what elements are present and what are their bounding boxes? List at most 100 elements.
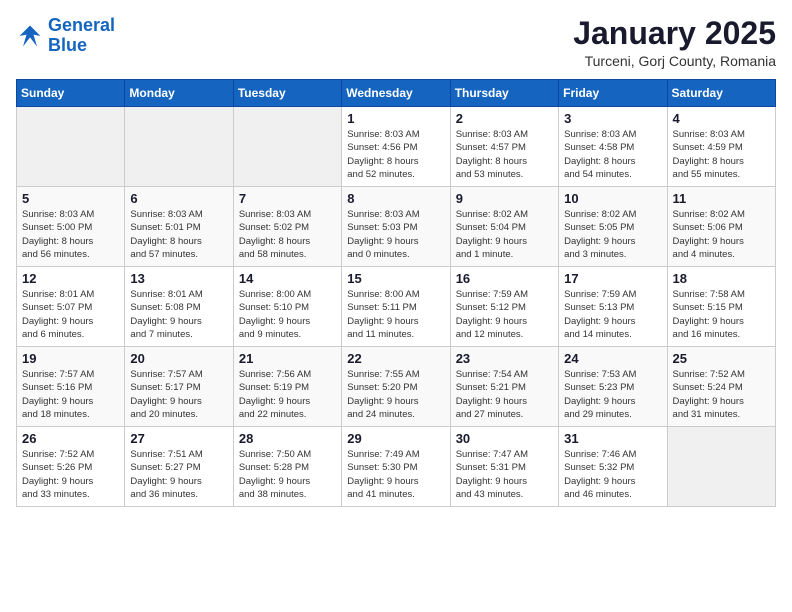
day-info: Sunrise: 8:03 AM Sunset: 5:00 PM Dayligh… xyxy=(22,208,119,261)
day-info: Sunrise: 8:02 AM Sunset: 5:06 PM Dayligh… xyxy=(673,208,770,261)
calendar-cell: 16 Sunrise: 7:59 AM Sunset: 5:12 PM Dayli… xyxy=(450,267,558,347)
calendar-cell: 13 Sunrise: 8:01 AM Sunset: 5:08 PM Dayli… xyxy=(125,267,233,347)
calendar-week-row: 26 Sunrise: 7:52 AM Sunset: 5:26 PM Dayli… xyxy=(17,427,776,507)
weekday-header: Monday xyxy=(125,80,233,107)
day-info: Sunrise: 8:03 AM Sunset: 4:57 PM Dayligh… xyxy=(456,128,553,181)
calendar-cell: 31 Sunrise: 7:46 AM Sunset: 5:32 PM Dayli… xyxy=(559,427,667,507)
calendar-cell: 30 Sunrise: 7:47 AM Sunset: 5:31 PM Dayli… xyxy=(450,427,558,507)
title-block: January 2025 Turceni, Gorj County, Roman… xyxy=(573,16,776,69)
calendar-table: SundayMondayTuesdayWednesdayThursdayFrid… xyxy=(16,79,776,507)
day-number: 31 xyxy=(564,431,661,446)
calendar-cell xyxy=(125,107,233,187)
logo-icon xyxy=(16,22,44,50)
calendar-body: 1Sunrise: 8:03 AM Sunset: 4:56 PM Daylig… xyxy=(17,107,776,507)
calendar-cell: 11 Sunrise: 8:02 AM Sunset: 5:06 PM Dayli… xyxy=(667,187,775,267)
day-info: Sunrise: 7:55 AM Sunset: 5:20 PM Dayligh… xyxy=(347,368,444,421)
calendar-header: SundayMondayTuesdayWednesdayThursdayFrid… xyxy=(17,80,776,107)
calendar-cell: 1Sunrise: 8:03 AM Sunset: 4:56 PM Daylig… xyxy=(342,107,450,187)
day-number: 26 xyxy=(22,431,119,446)
day-number: 19 xyxy=(22,351,119,366)
day-number: 23 xyxy=(456,351,553,366)
day-info: Sunrise: 8:03 AM Sunset: 5:03 PM Dayligh… xyxy=(347,208,444,261)
day-info: Sunrise: 7:53 AM Sunset: 5:23 PM Dayligh… xyxy=(564,368,661,421)
day-info: Sunrise: 7:56 AM Sunset: 5:19 PM Dayligh… xyxy=(239,368,336,421)
day-number: 13 xyxy=(130,271,227,286)
day-info: Sunrise: 7:51 AM Sunset: 5:27 PM Dayligh… xyxy=(130,448,227,501)
day-number: 16 xyxy=(456,271,553,286)
calendar-cell xyxy=(17,107,125,187)
day-number: 17 xyxy=(564,271,661,286)
day-info: Sunrise: 8:01 AM Sunset: 5:08 PM Dayligh… xyxy=(130,288,227,341)
day-number: 18 xyxy=(673,271,770,286)
calendar-cell: 25 Sunrise: 7:52 AM Sunset: 5:24 PM Dayli… xyxy=(667,347,775,427)
day-info: Sunrise: 7:54 AM Sunset: 5:21 PM Dayligh… xyxy=(456,368,553,421)
calendar-cell: 2 Sunrise: 8:03 AM Sunset: 4:57 PM Daylig… xyxy=(450,107,558,187)
day-number: 12 xyxy=(22,271,119,286)
page-header: General Blue January 2025 Turceni, Gorj … xyxy=(16,16,776,69)
calendar-cell: 17Sunrise: 7:59 AM Sunset: 5:13 PM Dayli… xyxy=(559,267,667,347)
calendar-cell: 10Sunrise: 8:02 AM Sunset: 5:05 PM Dayli… xyxy=(559,187,667,267)
day-info: Sunrise: 7:57 AM Sunset: 5:17 PM Dayligh… xyxy=(130,368,227,421)
day-number: 11 xyxy=(673,191,770,206)
day-number: 28 xyxy=(239,431,336,446)
day-info: Sunrise: 8:03 AM Sunset: 4:56 PM Dayligh… xyxy=(347,128,444,181)
calendar-cell xyxy=(233,107,341,187)
day-info: Sunrise: 7:46 AM Sunset: 5:32 PM Dayligh… xyxy=(564,448,661,501)
day-info: Sunrise: 7:52 AM Sunset: 5:24 PM Dayligh… xyxy=(673,368,770,421)
day-number: 7 xyxy=(239,191,336,206)
day-info: Sunrise: 8:03 AM Sunset: 5:02 PM Dayligh… xyxy=(239,208,336,261)
day-info: Sunrise: 8:02 AM Sunset: 5:04 PM Dayligh… xyxy=(456,208,553,261)
weekday-header: Wednesday xyxy=(342,80,450,107)
calendar-title: January 2025 xyxy=(573,16,776,51)
day-info: Sunrise: 8:03 AM Sunset: 4:59 PM Dayligh… xyxy=(673,128,770,181)
day-number: 27 xyxy=(130,431,227,446)
calendar-cell: 9 Sunrise: 8:02 AM Sunset: 5:04 PM Daylig… xyxy=(450,187,558,267)
calendar-cell: 21 Sunrise: 7:56 AM Sunset: 5:19 PM Dayli… xyxy=(233,347,341,427)
day-info: Sunrise: 8:00 AM Sunset: 5:10 PM Dayligh… xyxy=(239,288,336,341)
calendar-cell: 29 Sunrise: 7:49 AM Sunset: 5:30 PM Dayli… xyxy=(342,427,450,507)
day-number: 25 xyxy=(673,351,770,366)
day-number: 29 xyxy=(347,431,444,446)
weekday-row: SundayMondayTuesdayWednesdayThursdayFrid… xyxy=(17,80,776,107)
day-info: Sunrise: 8:01 AM Sunset: 5:07 PM Dayligh… xyxy=(22,288,119,341)
day-info: Sunrise: 7:57 AM Sunset: 5:16 PM Dayligh… xyxy=(22,368,119,421)
day-number: 2 xyxy=(456,111,553,126)
day-number: 10 xyxy=(564,191,661,206)
day-number: 30 xyxy=(456,431,553,446)
weekday-header: Friday xyxy=(559,80,667,107)
calendar-cell: 15Sunrise: 8:00 AM Sunset: 5:11 PM Dayli… xyxy=(342,267,450,347)
calendar-cell: 7 Sunrise: 8:03 AM Sunset: 5:02 PM Daylig… xyxy=(233,187,341,267)
calendar-cell: 20 Sunrise: 7:57 AM Sunset: 5:17 PM Dayli… xyxy=(125,347,233,427)
calendar-cell: 24Sunrise: 7:53 AM Sunset: 5:23 PM Dayli… xyxy=(559,347,667,427)
weekday-header: Saturday xyxy=(667,80,775,107)
weekday-header: Thursday xyxy=(450,80,558,107)
day-number: 15 xyxy=(347,271,444,286)
calendar-week-row: 12 Sunrise: 8:01 AM Sunset: 5:07 PM Dayli… xyxy=(17,267,776,347)
day-number: 5 xyxy=(22,191,119,206)
day-number: 21 xyxy=(239,351,336,366)
calendar-cell: 28Sunrise: 7:50 AM Sunset: 5:28 PM Dayli… xyxy=(233,427,341,507)
day-info: Sunrise: 7:52 AM Sunset: 5:26 PM Dayligh… xyxy=(22,448,119,501)
weekday-header: Tuesday xyxy=(233,80,341,107)
day-number: 6 xyxy=(130,191,227,206)
day-number: 14 xyxy=(239,271,336,286)
day-info: Sunrise: 7:58 AM Sunset: 5:15 PM Dayligh… xyxy=(673,288,770,341)
day-info: Sunrise: 7:47 AM Sunset: 5:31 PM Dayligh… xyxy=(456,448,553,501)
calendar-cell: 8 Sunrise: 8:03 AM Sunset: 5:03 PM Daylig… xyxy=(342,187,450,267)
day-info: Sunrise: 8:03 AM Sunset: 4:58 PM Dayligh… xyxy=(564,128,661,181)
day-info: Sunrise: 7:59 AM Sunset: 5:12 PM Dayligh… xyxy=(456,288,553,341)
day-number: 3 xyxy=(564,111,661,126)
calendar-cell: 5 Sunrise: 8:03 AM Sunset: 5:00 PM Daylig… xyxy=(17,187,125,267)
calendar-cell: 22 Sunrise: 7:55 AM Sunset: 5:20 PM Dayli… xyxy=(342,347,450,427)
day-number: 20 xyxy=(130,351,227,366)
day-number: 4 xyxy=(673,111,770,126)
logo: General Blue xyxy=(16,16,115,56)
day-number: 9 xyxy=(456,191,553,206)
calendar-cell: 6Sunrise: 8:03 AM Sunset: 5:01 PM Daylig… xyxy=(125,187,233,267)
day-info: Sunrise: 7:49 AM Sunset: 5:30 PM Dayligh… xyxy=(347,448,444,501)
calendar-cell: 26 Sunrise: 7:52 AM Sunset: 5:26 PM Dayli… xyxy=(17,427,125,507)
day-number: 22 xyxy=(347,351,444,366)
logo-text: General Blue xyxy=(48,16,115,56)
day-number: 8 xyxy=(347,191,444,206)
calendar-subtitle: Turceni, Gorj County, Romania xyxy=(573,53,776,69)
